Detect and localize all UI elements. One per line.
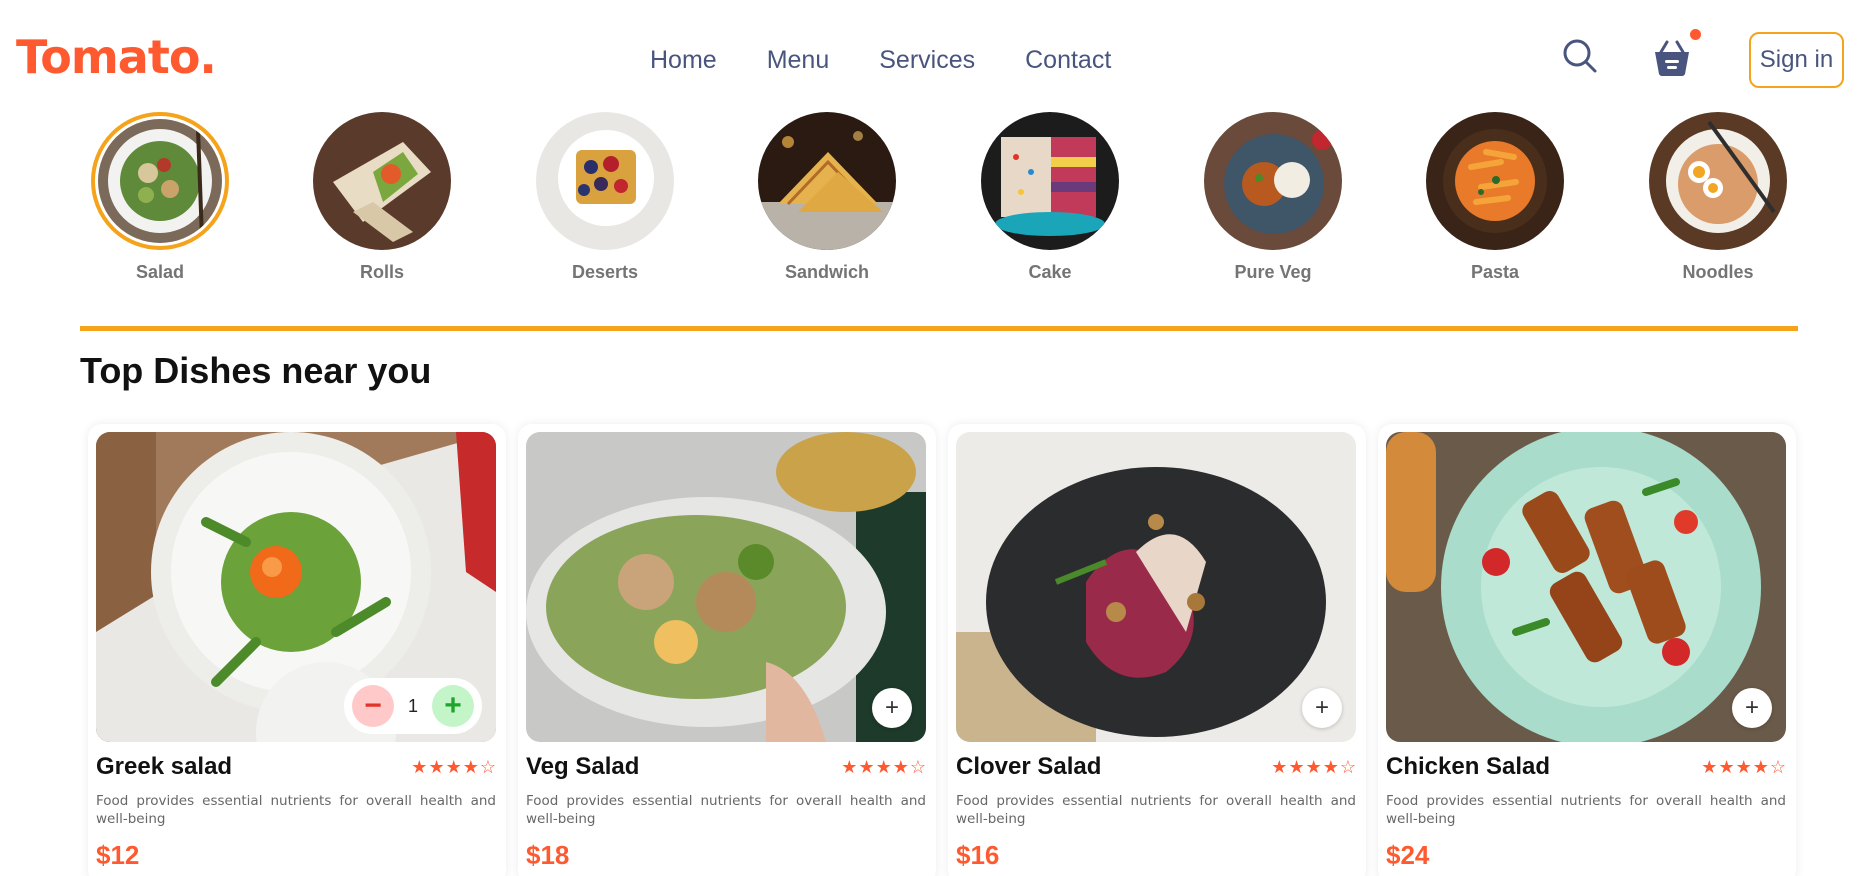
section-divider <box>80 326 1798 331</box>
category-pasta[interactable]: Pasta <box>1405 112 1585 283</box>
category-pure-veg[interactable]: Pure Veg <box>1183 112 1363 283</box>
nav-contact[interactable]: Contact <box>1025 46 1111 75</box>
dish-info: Chicken Salad ★ ★ ★ ★ ☆ Food provides es… <box>1386 752 1786 871</box>
category-deserts[interactable]: Deserts <box>515 112 695 283</box>
dish-image: + <box>526 432 926 742</box>
category-label: Salad <box>135 262 185 282</box>
nav-menu[interactable]: Menu <box>767 46 830 75</box>
category-cake[interactable]: Cake <box>960 112 1140 283</box>
star-filled-icon: ★ <box>428 757 445 777</box>
dish-image: + <box>956 432 1356 742</box>
dish-description: Food provides essential nutrients for ov… <box>96 793 496 827</box>
dish-card[interactable]: − 1 + Greek salad ★ ★ ★ ★ ☆ Food provide… <box>88 424 506 876</box>
rating-stars: ★ ★ ★ ★ ☆ <box>1271 758 1356 776</box>
dish-price: $24 <box>1386 840 1430 870</box>
category-sandwich[interactable]: Sandwich <box>737 112 917 283</box>
dish-description: Food provides essential nutrients for ov… <box>526 793 926 827</box>
dish-description: Food provides essential nutrients for ov… <box>956 793 1356 827</box>
dish-info: Veg Salad ★ ★ ★ ★ ☆ Food provides essent… <box>526 752 926 871</box>
search-icon[interactable] <box>1562 38 1598 74</box>
add-to-cart-button[interactable]: + <box>1732 688 1772 728</box>
star-filled-icon: ★ <box>1271 757 1288 777</box>
dish-card[interactable]: + Veg Salad ★ ★ ★ ★ ☆ Food provides esse… <box>518 424 936 876</box>
section-title: Top Dishes near you <box>80 350 432 391</box>
star-filled-icon: ★ <box>1305 757 1322 777</box>
star-filled-icon: ★ <box>1322 757 1339 777</box>
rating-stars: ★ ★ ★ ★ ☆ <box>841 758 926 776</box>
category-image <box>536 112 674 250</box>
logo[interactable]: Tomato. <box>16 30 217 84</box>
category-label: Pure Veg <box>1234 262 1312 282</box>
star-filled-icon: ★ <box>1701 757 1718 777</box>
star-filled-icon: ★ <box>462 757 479 777</box>
dish-card[interactable]: + Clover Salad ★ ★ ★ ★ ☆ Food provides e… <box>948 424 1366 876</box>
nav-services[interactable]: Services <box>879 46 975 75</box>
dish-name: Greek salad <box>96 753 233 780</box>
dish-info: Clover Salad ★ ★ ★ ★ ☆ Food provides ess… <box>956 752 1356 871</box>
nav-links: Home Menu Services Contact <box>650 46 1111 75</box>
cart-badge-dot <box>1690 29 1701 40</box>
dish-name: Chicken Salad <box>1386 753 1551 780</box>
category-image <box>91 112 229 250</box>
add-to-cart-button[interactable]: + <box>1302 688 1342 728</box>
star-filled-icon: ★ <box>875 757 892 777</box>
star-empty-icon: ☆ <box>909 757 926 777</box>
dish-description: Food provides essential nutrients for ov… <box>1386 793 1786 827</box>
star-empty-icon: ☆ <box>479 757 496 777</box>
star-empty-icon: ☆ <box>1339 757 1356 777</box>
increase-quantity-button[interactable]: + <box>431 685 474 727</box>
category-image <box>1204 112 1342 250</box>
star-filled-icon: ★ <box>445 757 462 777</box>
star-filled-icon: ★ <box>1718 757 1735 777</box>
star-filled-icon: ★ <box>1752 757 1769 777</box>
rating-stars: ★ ★ ★ ★ ☆ <box>1701 758 1786 776</box>
dish-info: Greek salad ★ ★ ★ ★ ☆ Food provides esse… <box>96 752 496 871</box>
star-filled-icon: ★ <box>858 757 875 777</box>
category-image <box>981 112 1119 250</box>
star-empty-icon: ☆ <box>1769 757 1786 777</box>
add-to-cart-button[interactable]: + <box>872 688 912 728</box>
quantity-stepper: − 1 + <box>344 678 482 734</box>
category-label: Rolls <box>359 262 404 282</box>
dish-image: − 1 + <box>96 432 496 742</box>
category-list: Salad Rolls Deserts Sandwich Cake Pure V… <box>0 112 1871 292</box>
star-filled-icon: ★ <box>841 757 858 777</box>
sign-in-button[interactable]: Sign in <box>1749 32 1844 88</box>
category-label: Cake <box>1028 262 1072 282</box>
dish-image: + <box>1386 432 1786 742</box>
category-label: Deserts <box>571 262 639 282</box>
star-filled-icon: ★ <box>1288 757 1305 777</box>
category-label: Pasta <box>1470 262 1520 282</box>
category-noodles[interactable]: Noodles <box>1628 112 1808 283</box>
category-image <box>1426 112 1564 250</box>
navbar: Tomato. Home Menu Services Contact Sign … <box>0 0 1871 110</box>
decrease-quantity-button[interactable]: − <box>352 685 394 727</box>
category-rolls[interactable]: Rolls <box>292 112 472 283</box>
star-filled-icon: ★ <box>1735 757 1752 777</box>
dish-price: $18 <box>526 840 570 870</box>
nav-actions: Sign in <box>1471 0 1871 110</box>
star-filled-icon: ★ <box>892 757 909 777</box>
nav-home[interactable]: Home <box>650 46 717 75</box>
dish-price: $12 <box>96 840 140 870</box>
category-label: Sandwich <box>784 262 869 282</box>
dish-name: Clover Salad <box>956 753 1102 780</box>
dish-price: $16 <box>956 840 1000 870</box>
basket-icon[interactable] <box>1651 36 1693 78</box>
dish-card[interactable]: + Chicken Salad ★ ★ ★ ★ ☆ Food provides … <box>1378 424 1796 876</box>
star-filled-icon: ★ <box>411 757 428 777</box>
dish-name: Veg Salad <box>526 753 640 780</box>
category-salad[interactable]: Salad <box>70 112 250 283</box>
category-label: Noodles <box>1682 262 1754 282</box>
rating-stars: ★ ★ ★ ★ ☆ <box>411 758 496 776</box>
category-image <box>758 112 896 250</box>
category-image <box>1649 112 1787 250</box>
quantity-value: 1 <box>407 695 418 716</box>
category-image <box>313 112 451 250</box>
